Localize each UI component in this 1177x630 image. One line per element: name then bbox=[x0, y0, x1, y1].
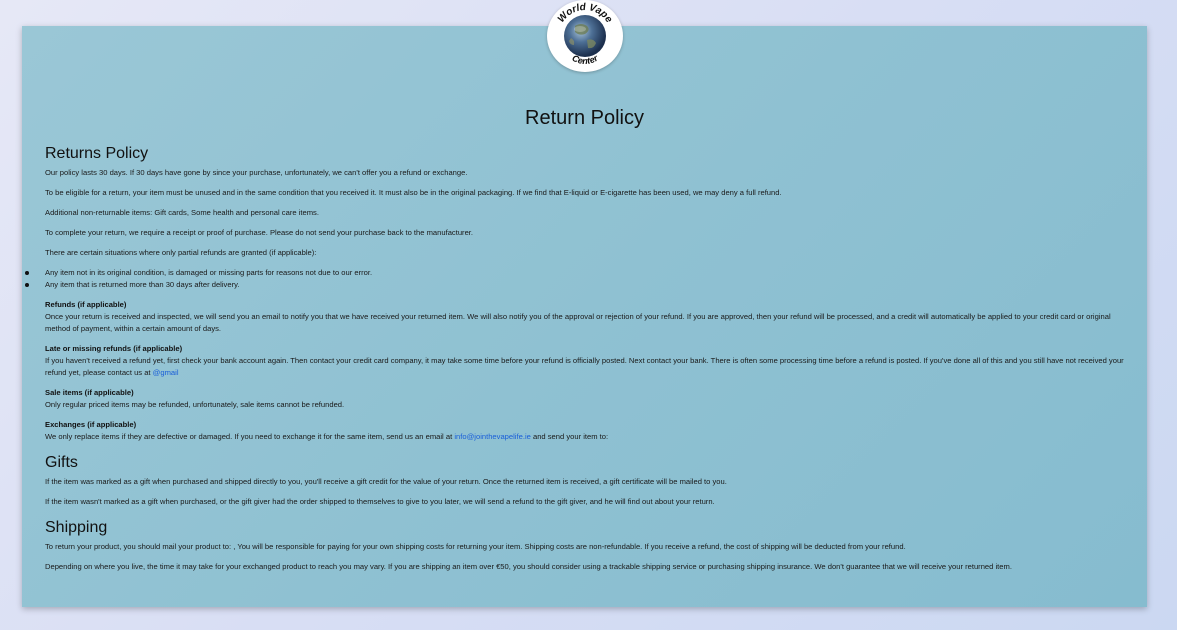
late-refunds-text: If you haven't received a refund yet, fi… bbox=[45, 356, 1124, 377]
exchanges-paragraph: We only replace items if they are defect… bbox=[45, 431, 1125, 443]
shipping-paragraph: Depending on where you live, the time it… bbox=[45, 562, 1012, 571]
returns-paragraph: To be eligible for a return, your item m… bbox=[45, 188, 782, 197]
exchanges-subheading: Exchanges (if applicable) bbox=[45, 420, 137, 429]
returns-paragraph: There are certain situations where only … bbox=[45, 248, 317, 257]
refunds-subheading: Refunds (if applicable) bbox=[45, 300, 127, 309]
globe-icon: World Vape Center bbox=[556, 2, 615, 66]
returns-heading: Returns Policy bbox=[45, 145, 149, 162]
gmail-link[interactable]: @gmail bbox=[153, 368, 179, 377]
shipping-heading: Shipping bbox=[45, 519, 108, 536]
shipping-paragraph: To return your product, you should mail … bbox=[45, 542, 906, 551]
late-refunds-paragraph: If you haven't received a refund yet, fi… bbox=[45, 355, 1125, 379]
policy-content: Returns Policy Our policy lasts 30 days.… bbox=[25, 144, 1125, 581]
list-item: Any item not in its original condition, … bbox=[25, 267, 1125, 279]
email-link[interactable]: info@jointhevapelife.ie bbox=[454, 432, 531, 441]
returns-paragraph: Our policy lasts 30 days. If 30 days hav… bbox=[45, 168, 468, 177]
sale-items-paragraph: Only regular priced items may be refunde… bbox=[45, 400, 345, 409]
refunds-paragraph: Once your return is received and inspect… bbox=[45, 312, 1111, 333]
policy-card: Return Policy Returns Policy Our policy … bbox=[22, 26, 1147, 607]
exchanges-text: We only replace items if they are defect… bbox=[45, 432, 453, 441]
page-title: Return Policy bbox=[525, 107, 644, 129]
sale-items-subheading: Sale items (if applicable) bbox=[45, 388, 134, 397]
list-item: Any item that is returned more than 30 d… bbox=[25, 279, 1125, 291]
gifts-heading: Gifts bbox=[45, 454, 78, 471]
gifts-paragraph: If the item was marked as a gift when pu… bbox=[45, 477, 727, 486]
returns-paragraph: Additional non-returnable items: Gift ca… bbox=[45, 208, 319, 217]
returns-paragraph: To complete your return, we require a re… bbox=[45, 228, 474, 237]
site-logo[interactable]: World Vape Center bbox=[547, 0, 623, 72]
partial-refund-list: Any item not in its original condition, … bbox=[25, 267, 1125, 291]
late-refunds-subheading: Late or missing refunds (if applicable) bbox=[45, 344, 183, 353]
exchanges-text-after: and send your item to: bbox=[532, 432, 609, 441]
gifts-paragraph: If the item wasn't marked as a gift when… bbox=[45, 497, 715, 506]
